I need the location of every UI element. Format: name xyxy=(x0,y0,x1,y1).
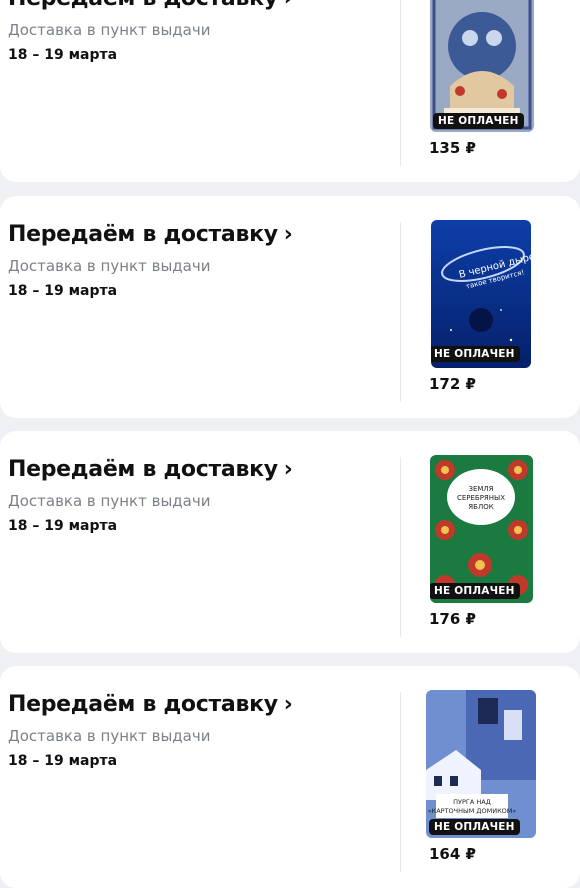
order-status-link[interactable]: Передаём в доставку› xyxy=(8,692,293,717)
product-cover[interactable]: НЕ ОПЛАЧЕН xyxy=(430,0,534,132)
svg-text:«КАРТОЧНЫМ ДОМИКОМ»: «КАРТОЧНЫМ ДОМИКОМ» xyxy=(428,807,517,815)
svg-text:ЗЕМЛЯ: ЗЕМЛЯ xyxy=(468,485,493,493)
product-price: 172 ₽ xyxy=(429,375,476,393)
book-cover-art: ПУРГА НАД «КАРТОЧНЫМ ДОМИКОМ» xyxy=(426,690,536,838)
unpaid-badge: НЕ ОПЛАЧЕН xyxy=(429,819,520,835)
delivery-method: Доставка в пункт выдачи xyxy=(8,727,211,745)
unpaid-badge: НЕ ОПЛАЧЕН xyxy=(431,346,520,362)
card-divider xyxy=(400,0,401,166)
chevron-right-icon: › xyxy=(283,692,293,717)
chevron-right-icon: › xyxy=(284,0,293,11)
order-card[interactable]: Передаём в доставку › Доставка в пункт вы… xyxy=(0,0,580,182)
order-status-label: Передаём в доставку xyxy=(8,0,278,11)
product-price: 176 ₽ xyxy=(429,610,476,628)
order-status-label: Передаём в доставку xyxy=(8,222,278,247)
delivery-date: 18 – 19 марта xyxy=(8,47,118,63)
product-cover[interactable]: ПУРГА НАД «КАРТОЧНЫМ ДОМИКОМ» НЕ ОПЛАЧЕН xyxy=(426,690,536,838)
delivery-date: 18 – 19 марта xyxy=(8,753,118,769)
book-cover-art: ЗЕМЛЯ СЕРЕБРЯНЫХ ЯБЛОК xyxy=(430,455,533,603)
product-price: 135 ₽ xyxy=(429,139,476,157)
card-divider xyxy=(400,457,401,637)
order-status-label: Передаём в доставку xyxy=(8,692,278,717)
order-card[interactable]: Передаём в доставку› Доставка в пункт вы… xyxy=(0,431,580,653)
chevron-right-icon: › xyxy=(283,457,293,482)
delivery-method: Доставка в пункт выдачи xyxy=(8,21,211,39)
order-status-link[interactable]: Передаём в доставку› xyxy=(8,222,293,247)
delivery-date: 18 – 19 марта xyxy=(8,283,118,299)
order-card[interactable]: Передаём в доставку› Доставка в пункт вы… xyxy=(0,196,580,418)
order-status-link[interactable]: Передаём в доставку › xyxy=(8,0,293,11)
delivery-method: Доставка в пункт выдачи xyxy=(8,257,211,275)
order-status-link[interactable]: Передаём в доставку› xyxy=(8,457,293,482)
card-divider xyxy=(400,692,401,872)
delivery-method: Доставка в пункт выдачи xyxy=(8,492,211,510)
unpaid-badge: НЕ ОПЛАЧЕН xyxy=(430,583,520,599)
svg-text:СЕРЕБРЯНЫХ: СЕРЕБРЯНЫХ xyxy=(457,494,505,502)
card-divider xyxy=(400,222,401,402)
svg-text:ЯБЛОК: ЯБЛОК xyxy=(468,503,493,511)
unpaid-badge: НЕ ОПЛАЧЕН xyxy=(433,113,524,129)
order-status-label: Передаём в доставку xyxy=(8,457,278,482)
product-cover[interactable]: В черной дыре такое творится! НЕ ОПЛАЧЕН xyxy=(431,220,531,368)
svg-text:ПУРГА НАД: ПУРГА НАД xyxy=(453,798,491,806)
chevron-right-icon: › xyxy=(283,222,293,247)
product-price: 164 ₽ xyxy=(429,845,476,863)
order-card[interactable]: Передаём в доставку› Доставка в пункт вы… xyxy=(0,666,580,888)
delivery-date: 18 – 19 марта xyxy=(8,518,118,534)
product-cover[interactable]: ЗЕМЛЯ СЕРЕБРЯНЫХ ЯБЛОК НЕ ОПЛАЧЕН xyxy=(430,455,533,603)
